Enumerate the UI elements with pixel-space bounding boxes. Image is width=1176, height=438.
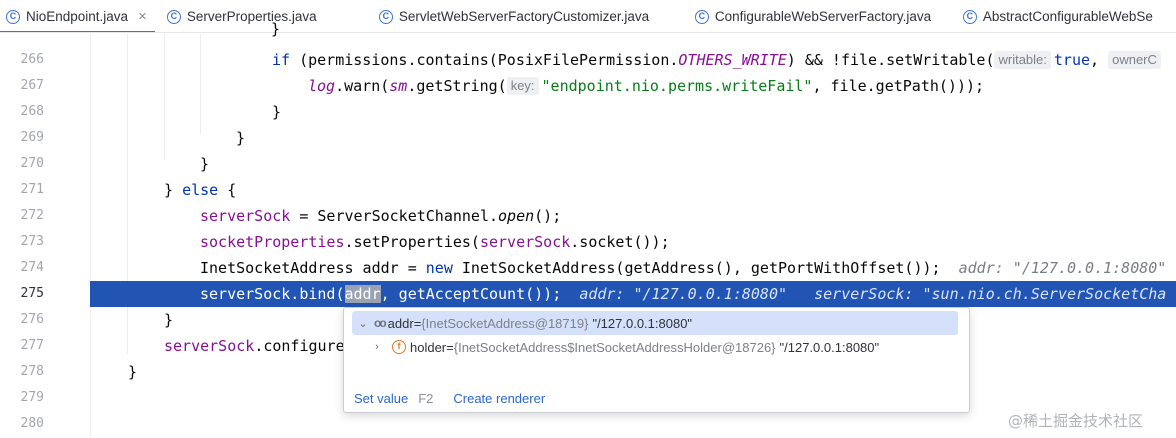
- line-number: 276: [20, 312, 44, 327]
- variable-name: holder: [410, 339, 447, 355]
- line-number: 280: [20, 416, 44, 431]
- watermark: @稀土掘金技术社区: [1008, 412, 1144, 430]
- variable-type: {InetSocketAddress@18719}: [421, 315, 589, 331]
- code-line-275-execution-point[interactable]: serverSock.bind(addr, getAcceptCount());…: [90, 281, 1176, 307]
- chevron-right-icon[interactable]: ›: [370, 341, 384, 353]
- param-hint: writable:: [994, 51, 1051, 69]
- line-number: 277: [20, 338, 44, 353]
- variable-name: addr: [387, 315, 414, 331]
- set-value-link[interactable]: Set value: [354, 391, 408, 406]
- variable-row-addr[interactable]: ⌄ oo addr = {InetSocketAddress@18719} "/1…: [352, 311, 958, 335]
- line-number: 267: [20, 78, 44, 93]
- variable-value: "/127.0.0.1:8080": [779, 339, 880, 355]
- inline-debug-value: addr: "/127.0.0.1:8080": [958, 259, 1167, 277]
- field-icon: f: [392, 340, 406, 354]
- variable-value: "/127.0.0.1:8080": [592, 315, 693, 331]
- code-line-272[interactable]: serverSock = ServerSocketChannel.open();: [90, 203, 1176, 229]
- code-line-265: }: [271, 20, 281, 38]
- variable-type: {InetSocketAddress$InetSocketAddressHold…: [453, 339, 776, 355]
- code-line-268[interactable]: }: [90, 99, 1176, 125]
- create-renderer-link[interactable]: Create renderer: [453, 391, 545, 406]
- param-hint: ownerC: [1108, 51, 1161, 69]
- line-number: 269: [20, 130, 44, 145]
- selected-token[interactable]: addr: [344, 285, 381, 303]
- line-number-current: 275: [20, 286, 44, 301]
- watch-glasses-icon: oo: [374, 316, 387, 330]
- debug-value-popup[interactable]: ⌄ oo addr = {InetSocketAddress@18719} "/1…: [343, 307, 970, 413]
- param-hint: key:: [506, 77, 539, 95]
- inline-debug-value: addr: "/127.0.0.1:8080": [579, 285, 788, 303]
- class-icon: C: [6, 9, 20, 24]
- line-number: 272: [20, 208, 44, 223]
- code-line-266[interactable]: if (permissions.contains(PosixFilePermis…: [90, 47, 1176, 73]
- line-number: 279: [20, 390, 44, 405]
- code-line-270[interactable]: }: [90, 151, 1176, 177]
- line-number: 273: [20, 234, 44, 249]
- chevron-down-icon[interactable]: ⌄: [356, 317, 370, 330]
- equals-sign: =: [446, 339, 454, 355]
- line-number: 278: [20, 364, 44, 379]
- set-value-shortcut: F2: [418, 391, 434, 406]
- equals-sign: =: [413, 315, 422, 331]
- popup-footer: Set value F2 Create renderer: [354, 391, 545, 406]
- line-number: 274: [20, 260, 44, 275]
- line-number: 268: [20, 104, 44, 119]
- code-line-269[interactable]: }: [90, 125, 1176, 151]
- line-number: 270: [20, 156, 44, 171]
- code-line-267[interactable]: log.warn(sm.getString(key: "endpoint.nio.…: [90, 73, 1176, 99]
- line-number: 266: [20, 52, 44, 67]
- code-line-273[interactable]: socketProperties.setProperties(serverSoc…: [90, 229, 1176, 255]
- code-line-274[interactable]: InetSocketAddress addr = new InetSocketA…: [90, 255, 1176, 281]
- line-number-gutter[interactable]: 266 267 268 269 270 271 272 273 274 275 …: [0, 34, 90, 438]
- inline-debug-value: serverSock: "sun.nio.ch.ServerSocketCha: [814, 285, 1167, 303]
- variable-row-holder[interactable]: › f holder = {InetSocketAddress$InetSock…: [352, 335, 958, 359]
- code-line-271[interactable]: } else {: [90, 177, 1176, 203]
- line-number: 271: [20, 182, 44, 197]
